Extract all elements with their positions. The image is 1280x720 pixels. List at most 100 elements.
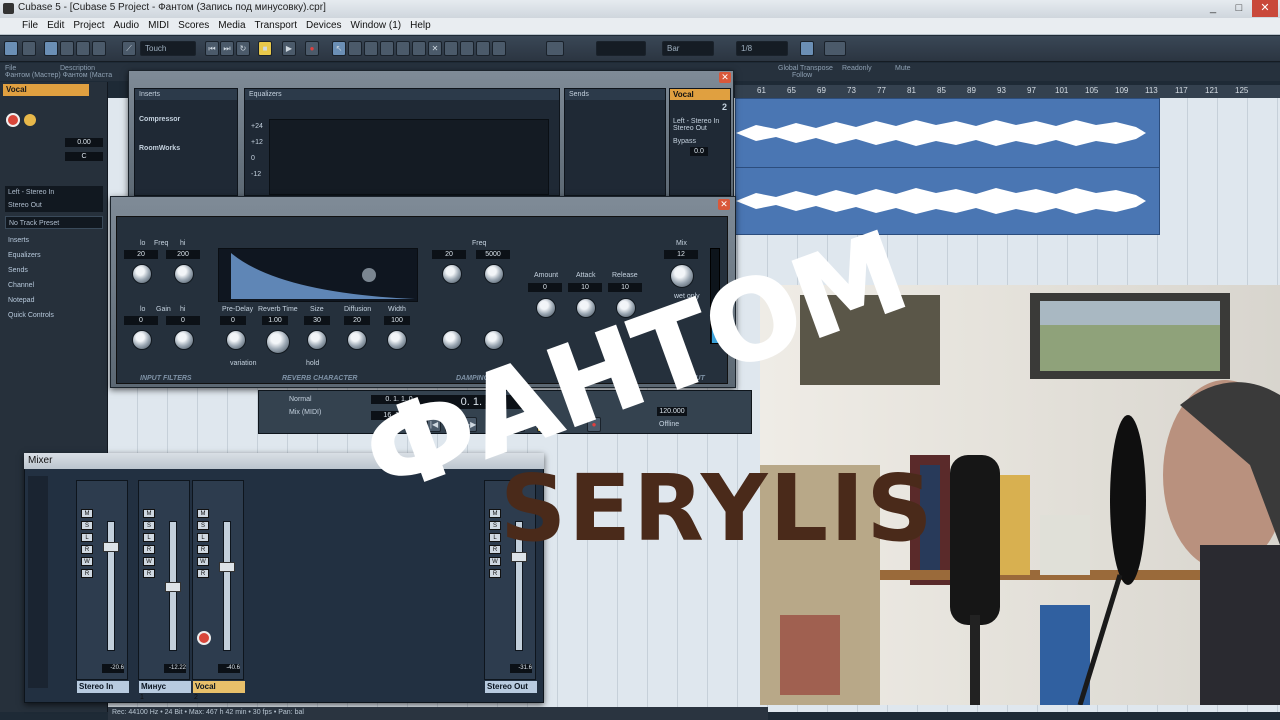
rc-value[interactable]: 100 — [384, 316, 410, 325]
diffusion-knob[interactable] — [347, 330, 367, 350]
if-gain-hi-value[interactable]: 0 — [166, 316, 200, 325]
quantize-select[interactable]: 1/8 — [736, 41, 788, 56]
automation-mode-select[interactable]: Touch — [140, 41, 196, 56]
transport-rewind[interactable]: ◀◀ — [445, 417, 459, 432]
if-gain-lo-value[interactable]: 0 — [124, 316, 158, 325]
snap-type-select[interactable] — [596, 41, 646, 56]
snap-button[interactable] — [546, 41, 564, 56]
menu-window[interactable]: Window (1) — [351, 20, 402, 34]
maximize-button[interactable]: □ — [1226, 0, 1252, 17]
inspector-output-routing[interactable]: Stereo Out — [5, 199, 103, 212]
colors-menu-button[interactable] — [824, 41, 846, 56]
color-tool[interactable] — [492, 41, 506, 56]
erase-tool[interactable] — [396, 41, 410, 56]
channel-fader[interactable] — [219, 521, 235, 651]
rc-value[interactable]: 30 — [304, 316, 330, 325]
env-amount-value[interactable]: 0 — [528, 283, 562, 292]
draw-tool[interactable] — [444, 41, 458, 56]
fader-cap[interactable] — [103, 542, 119, 552]
channel-name[interactable]: Минус — [139, 681, 191, 693]
inspector-volume[interactable]: 0.00 — [65, 138, 103, 147]
fader-cap[interactable] — [511, 552, 527, 562]
goto-start-button[interactable]: ⏮ — [205, 41, 219, 56]
if-freq-hi-value[interactable]: 200 — [166, 250, 200, 259]
env-release-knob[interactable] — [616, 298, 636, 318]
inspector-section-notepad[interactable]: Notepad — [5, 294, 103, 307]
fader-cap[interactable] — [165, 582, 181, 592]
range-tool[interactable] — [348, 41, 362, 56]
primary-time-display[interactable]: 0. 1. 1. 0 — [427, 395, 537, 409]
roomworks-close-button[interactable]: ✕ — [718, 199, 730, 210]
timeline-ruler[interactable]: 61 65 69 73 77 81 85 89 93 97 101 105 10… — [735, 85, 1280, 98]
channel-fader[interactable] — [103, 521, 119, 651]
fader-cap[interactable] — [219, 562, 235, 572]
channel-strip-output[interactable]: Stereo Out — [670, 125, 730, 132]
damping-gain-lo-knob[interactable] — [442, 330, 462, 350]
inspector-track-name[interactable]: Vocal — [3, 84, 89, 96]
hold-button[interactable]: hold — [306, 360, 319, 367]
channel-window-close-button[interactable]: ✕ — [719, 72, 731, 83]
output-mix-knob[interactable] — [670, 264, 694, 288]
menu-media[interactable]: Media — [218, 20, 245, 34]
record-enable-icon[interactable] — [197, 631, 211, 645]
channel-name[interactable]: Stereo Out — [485, 681, 537, 693]
channel-strip-name[interactable]: Vocal — [670, 89, 730, 100]
reverb-time-knob[interactable] — [266, 330, 290, 354]
transport-stop[interactable]: ■ — [537, 417, 551, 432]
show-overview-button[interactable] — [76, 41, 90, 56]
channel-fader[interactable] — [511, 521, 527, 651]
menu-help[interactable]: Help — [410, 20, 431, 34]
show-inspector-button[interactable] — [44, 41, 58, 56]
audio-event-vocal[interactable] — [735, 98, 1160, 235]
activate-project-button[interactable] — [4, 41, 18, 56]
menu-scores[interactable]: Scores — [178, 20, 209, 34]
inspector-pan[interactable]: C — [65, 152, 103, 161]
transport-forward[interactable]: ▶▶ — [463, 417, 477, 432]
rc-value[interactable]: 1.00 — [262, 316, 288, 325]
monitor-icon[interactable] — [24, 114, 36, 126]
automation-mode-icon[interactable]: ⟋ — [122, 41, 136, 56]
channel-buttons[interactable]: MSLRWR — [197, 509, 211, 581]
damping-freq-hi[interactable]: 5000 — [476, 250, 510, 259]
menu-edit[interactable]: Edit — [47, 20, 64, 34]
menu-transport[interactable]: Transport — [255, 20, 297, 34]
insert-slot-compressor[interactable]: Compressor — [135, 114, 237, 125]
env-release-value[interactable]: 10 — [608, 283, 642, 292]
grid-type-select[interactable]: Bar — [662, 41, 714, 56]
channel-strip-out-value[interactable]: 0.0 — [690, 147, 708, 156]
cycle-button[interactable]: ↻ — [236, 41, 250, 56]
damping-hi-knob[interactable] — [484, 264, 504, 284]
menu-project[interactable]: Project — [73, 20, 104, 34]
wet-only-button[interactable]: wet only — [674, 293, 700, 300]
inspector-section-equalizers[interactable]: Equalizers — [5, 249, 103, 262]
tempo-display[interactable]: 120.000 — [657, 407, 687, 416]
mixer-common-panel[interactable] — [28, 476, 48, 688]
inspector-section-channel[interactable]: Channel — [5, 279, 103, 292]
inspector-section-sends[interactable]: Sends — [5, 264, 103, 277]
play-tool[interactable] — [476, 41, 490, 56]
damping-lo-knob[interactable] — [442, 264, 462, 284]
inspector-input-routing[interactable]: Left - Stereo In — [5, 186, 103, 199]
if-gain-hi-knob[interactable] — [174, 330, 194, 350]
record-button[interactable]: ● — [305, 41, 319, 56]
variation-button[interactable]: variation — [230, 360, 256, 367]
zoom-tool[interactable] — [412, 41, 426, 56]
env-amount-knob[interactable] — [536, 298, 556, 318]
transport-mix-mode[interactable]: Mix (MIDI) — [289, 409, 321, 416]
auto-scroll-button[interactable] — [800, 41, 814, 56]
rc-value[interactable]: 0 — [220, 316, 246, 325]
menu-file[interactable]: File — [22, 20, 38, 34]
width-knob[interactable] — [387, 330, 407, 350]
env-attack-value[interactable]: 10 — [568, 283, 602, 292]
info-global-transpose-value[interactable]: Follow — [792, 72, 812, 79]
channel-name[interactable]: Vocal — [193, 681, 245, 693]
inspector-section-quick-controls[interactable]: Quick Controls — [5, 309, 103, 322]
menu-midi[interactable]: MIDI — [148, 20, 169, 34]
transport-record[interactable]: ● — [587, 417, 601, 432]
object-selection-tool[interactable]: ↖ — [332, 41, 346, 56]
play-button[interactable]: ▶ — [282, 41, 296, 56]
channel-buttons[interactable]: MSLRWR — [489, 509, 503, 581]
constrain-delay-button[interactable] — [22, 41, 36, 56]
close-button[interactable]: ✕ — [1252, 0, 1278, 17]
goto-end-button[interactable]: ⏭ — [220, 41, 234, 56]
